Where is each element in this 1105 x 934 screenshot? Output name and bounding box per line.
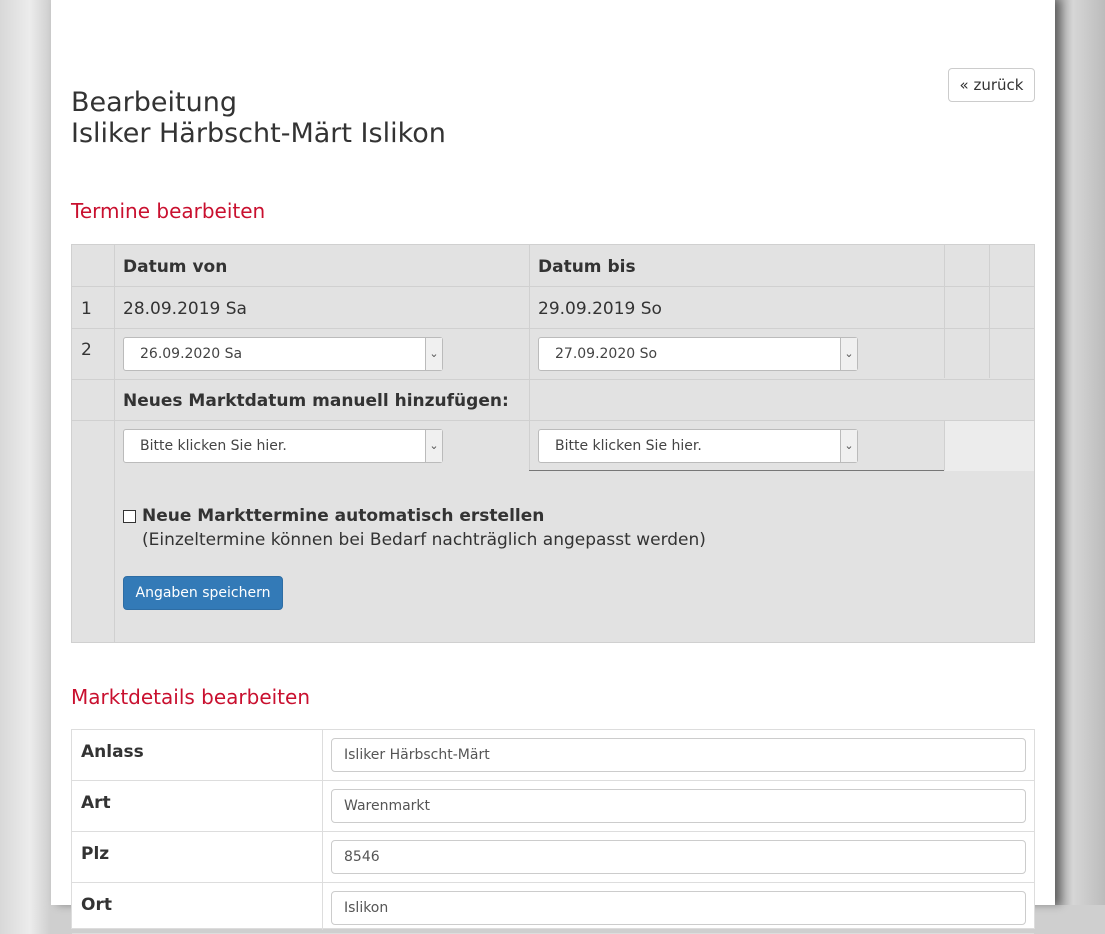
auto-create-label: Neue Markttermine automatisch erstellen bbox=[142, 506, 545, 526]
plz-input[interactable]: 8546 bbox=[331, 840, 1026, 874]
empty-cell bbox=[945, 421, 1034, 471]
input-underline bbox=[529, 470, 944, 471]
field-label-ort: Ort bbox=[81, 895, 112, 915]
table-header-row: Datum von Datum bis bbox=[72, 245, 1034, 287]
new-date-von-placeholder: Bitte klicken Sie hier. bbox=[140, 438, 287, 454]
new-date-input-row: Bitte klicken Sie hier. ⌄ Bitte klicken … bbox=[72, 421, 1034, 471]
table-row: Anlass Isliker Härbscht-Märt bbox=[72, 730, 1034, 781]
date-von-select[interactable]: 26.09.2020 Sa ⌄ bbox=[123, 337, 443, 371]
table-row: Art Warenmarkt bbox=[72, 781, 1034, 832]
auto-create-checkbox[interactable] bbox=[123, 510, 136, 523]
page-title: Bearbeitung Isliker Härbscht-Märt Isliko… bbox=[71, 87, 446, 149]
table-row: Ort Islikon bbox=[72, 883, 1034, 934]
background-right bbox=[1055, 0, 1105, 905]
table-row: Plz 8546 bbox=[72, 832, 1034, 883]
chevron-down-icon[interactable]: ⌄ bbox=[425, 338, 442, 370]
page-title-line1: Bearbeitung bbox=[71, 87, 237, 118]
page-title-line2: Isliker Härbscht-Märt Islikon bbox=[71, 118, 446, 149]
termine-section-title: Termine bearbeiten bbox=[71, 199, 266, 223]
termine-table: Datum von Datum bis 1 28.09.2019 Sa 29.0… bbox=[71, 244, 1035, 643]
auto-create-hint: (Einzeltermine können bei Bedarf nachträ… bbox=[142, 530, 706, 550]
new-date-label-row: Neues Marktdatum manuell hinzufügen: bbox=[72, 380, 1034, 421]
main-page: « zurück Bearbeitung Isliker Härbscht-Mä… bbox=[51, 0, 1055, 934]
chevron-down-icon[interactable]: ⌄ bbox=[840, 338, 857, 370]
date-bis-value: 27.09.2020 So bbox=[555, 346, 658, 362]
details-section-title: Marktdetails bearbeiten bbox=[71, 685, 311, 709]
chevron-down-icon[interactable]: ⌄ bbox=[840, 430, 857, 462]
table-row: 2 26.09.2020 Sa ⌄ 27.09.2020 So ⌄ bbox=[72, 329, 1034, 380]
art-input[interactable]: Warenmarkt bbox=[331, 789, 1026, 823]
new-date-bis-placeholder: Bitte klicken Sie hier. bbox=[555, 438, 702, 454]
field-label-anlass: Anlass bbox=[81, 742, 144, 762]
new-date-von-select[interactable]: Bitte klicken Sie hier. ⌄ bbox=[123, 429, 443, 463]
field-label-plz: Plz bbox=[81, 844, 110, 864]
date-bis-select[interactable]: 27.09.2020 So ⌄ bbox=[538, 337, 858, 371]
new-date-bis-select[interactable]: Bitte klicken Sie hier. ⌄ bbox=[538, 429, 858, 463]
save-button[interactable]: Angaben speichern bbox=[123, 576, 283, 610]
table-row: 1 28.09.2019 Sa 29.09.2019 So bbox=[72, 287, 1034, 329]
ort-input[interactable]: Islikon bbox=[331, 891, 1026, 925]
back-button[interactable]: « zurück bbox=[948, 68, 1035, 102]
anlass-input[interactable]: Isliker Härbscht-Märt bbox=[331, 738, 1026, 772]
date-von-value: 26.09.2020 Sa bbox=[140, 346, 243, 362]
details-table: Anlass Isliker Härbscht-Märt Art Warenma… bbox=[71, 729, 1035, 934]
field-label-art: Art bbox=[81, 793, 111, 813]
chevron-down-icon[interactable]: ⌄ bbox=[425, 430, 442, 462]
